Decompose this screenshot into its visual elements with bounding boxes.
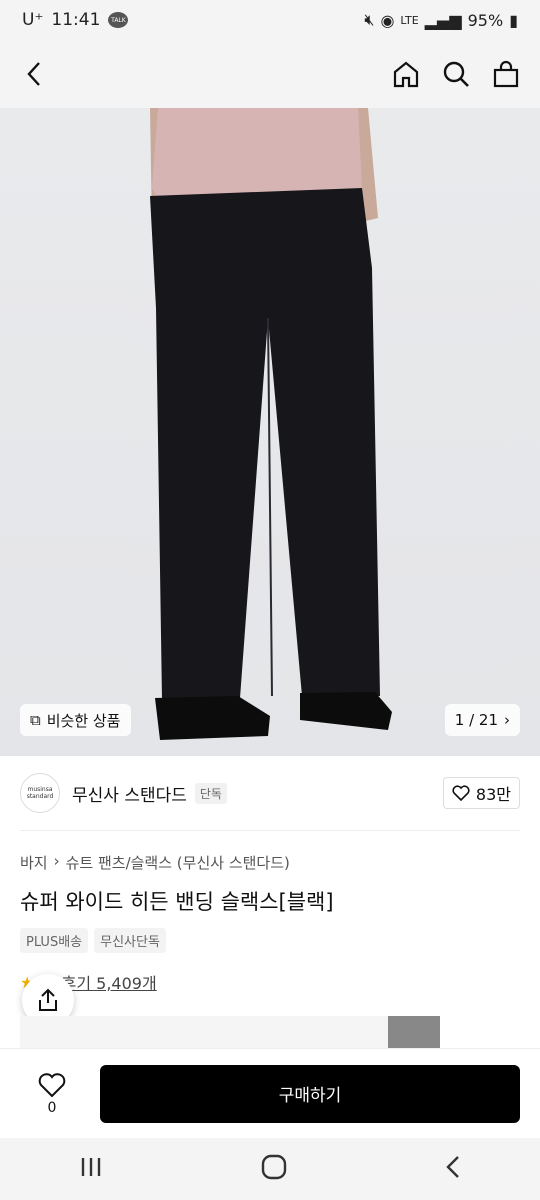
- model-illustration: [150, 108, 392, 740]
- system-nav-bar: [0, 1138, 540, 1200]
- chevron-right-icon: ›: [504, 711, 510, 729]
- clock: 11:41: [51, 10, 101, 30]
- exclusive-badge: 단독: [194, 782, 227, 804]
- brand-like-count: 83만: [475, 785, 511, 804]
- app-bar: [0, 40, 540, 108]
- divider: [20, 830, 520, 831]
- battery-icon: ▮: [509, 10, 518, 30]
- image-counter-label: 1 / 21: [454, 711, 498, 729]
- brand-name[interactable]: 무신사 스탠다드: [72, 781, 187, 806]
- network-label: LTE: [400, 13, 419, 27]
- wishlist-count: 0: [47, 1099, 57, 1116]
- tag-exclusive: 무신사단독: [94, 928, 166, 953]
- breadcrumb-subcategory[interactable]: 슈트 팬츠/슬랙스 (무신사 스탠다드): [66, 852, 290, 873]
- promo-close-button[interactable]: [388, 1016, 440, 1050]
- product-image[interactable]: ⧉ 비슷한 상품 1 / 21 ›: [0, 108, 540, 756]
- product-title: 슈퍼 와이드 히든 밴딩 슬랙스[블랙]: [20, 890, 334, 914]
- tag-plus-delivery: PLUS배송: [20, 928, 89, 953]
- similar-products-icon: ⧉: [30, 711, 41, 729]
- bag-icon[interactable]: [492, 60, 520, 88]
- chevron-right-icon: ›: [53, 852, 60, 870]
- breadcrumb-category[interactable]: 바지: [20, 852, 48, 873]
- battery-percent: 95%: [467, 10, 504, 30]
- heart-icon: [452, 785, 470, 801]
- talk-notification-icon: TALK: [108, 12, 129, 28]
- buy-button[interactable]: 구매하기: [100, 1064, 520, 1123]
- brand-row: musinsa standard 무신사 스탠다드 단독 83만: [20, 770, 520, 816]
- search-icon[interactable]: [442, 60, 470, 88]
- similar-products-button[interactable]: ⧉ 비슷한 상품: [20, 704, 131, 736]
- back-icon[interactable]: [20, 60, 48, 88]
- breadcrumb: 바지 › 슈트 팬츠/슬랙스 (무신사 스탠다드): [20, 852, 290, 873]
- share-icon: [39, 988, 57, 1011]
- heart-icon: [38, 1072, 66, 1097]
- promo-strip: [20, 1016, 440, 1050]
- brand-logo[interactable]: musinsa standard: [20, 773, 60, 813]
- wishlist-button[interactable]: 0: [20, 1072, 84, 1116]
- brand-like-button[interactable]: 83만: [442, 777, 520, 809]
- image-counter-button[interactable]: 1 / 21 ›: [444, 704, 520, 736]
- hotspot-icon: ◉: [380, 10, 395, 30]
- carrier-label: U⁺: [22, 10, 44, 30]
- home-icon[interactable]: [392, 60, 420, 88]
- mute-icon: 🔇︎: [364, 10, 375, 29]
- back-nav-icon[interactable]: [445, 1155, 461, 1183]
- similar-products-label: 비슷한 상품: [46, 711, 121, 730]
- product-tags: PLUS배송 무신사단독: [20, 928, 166, 953]
- reviews-link[interactable]: 후기 5,409개: [62, 970, 157, 994]
- status-bar: U⁺ 11:41 TALK 🔇︎ ◉ LTE ▂▄▆ 95% ▮: [0, 0, 540, 40]
- home-nav-icon[interactable]: [261, 1154, 287, 1184]
- purchase-bar: 0 구매하기: [0, 1048, 540, 1138]
- recent-apps-icon[interactable]: [79, 1156, 103, 1182]
- signal-icon: ▂▄▆: [424, 10, 462, 30]
